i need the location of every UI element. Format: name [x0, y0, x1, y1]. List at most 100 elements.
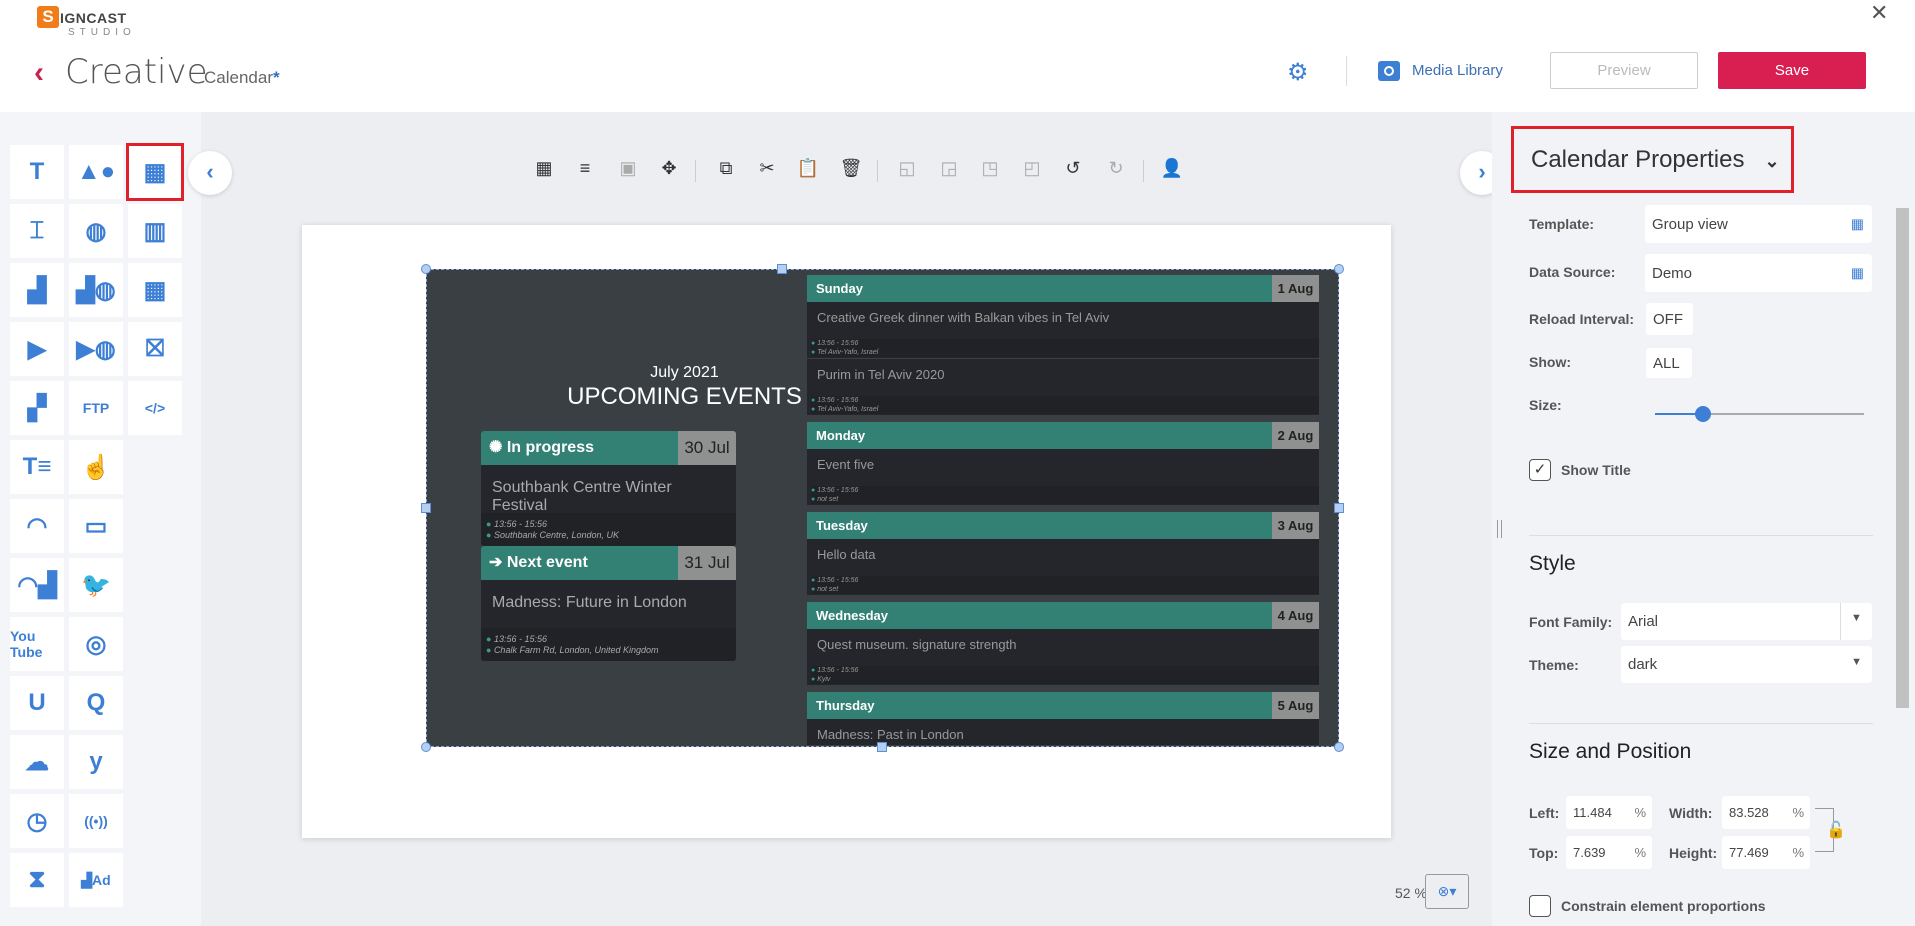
resize-handle[interactable]: [421, 742, 431, 752]
align-icon[interactable]: ≡: [573, 158, 597, 179]
font-family-select[interactable]: Arial ▼: [1621, 603, 1872, 640]
delete-icon[interactable]: 🗑: [839, 158, 863, 179]
caret-down-icon[interactable]: ▼: [1840, 603, 1872, 640]
event-time: 13:56 - 15:56: [817, 487, 859, 494]
widget-weather-icon[interactable]: ☁: [10, 735, 64, 789]
size-label: Size:: [1529, 397, 1562, 413]
logo: S: [37, 6, 59, 28]
properties-header[interactable]: Calendar Properties ⌄: [1511, 126, 1794, 193]
data-source-field[interactable]: Demo ▦: [1645, 254, 1872, 292]
fit-icon[interactable]: ▣: [616, 158, 640, 179]
show-title-checkbox[interactable]: ✓: [1529, 459, 1551, 481]
gear-icon[interactable]: ⚙: [1287, 58, 1309, 87]
widget-broadcast-icon[interactable]: ((•)): [69, 794, 123, 848]
resize-handle[interactable]: [1334, 264, 1344, 274]
widget-u-widget-icon[interactable]: U: [10, 676, 64, 730]
chevron-down-icon[interactable]: ⌄: [1764, 151, 1779, 171]
widget-slideshow-icon[interactable]: ▞: [10, 381, 64, 435]
widget-image-icon[interactable]: ▟: [10, 263, 64, 317]
widget-shapes-icon[interactable]: ▲●: [69, 145, 123, 199]
widget-twitter-icon[interactable]: 🐦: [69, 558, 123, 612]
widget-rss-icon[interactable]: ◠: [10, 499, 64, 553]
widget-html-code-icon[interactable]: </>: [128, 381, 182, 435]
unit: %: [1634, 805, 1646, 820]
widget-web-video-icon[interactable]: ▶◍: [69, 322, 123, 376]
copy-icon[interactable]: ⧉: [714, 158, 738, 179]
widget-ftp-icon[interactable]: FTP: [69, 381, 123, 435]
width-field[interactable]: 83.528%: [1722, 796, 1810, 829]
resize-handle[interactable]: [877, 742, 887, 752]
scrollbar[interactable]: [1896, 208, 1909, 708]
caret-down-icon[interactable]: ▼: [1851, 656, 1862, 668]
move-icon[interactable]: ✥: [657, 158, 681, 179]
slider-knob[interactable]: [1695, 406, 1712, 422]
undo-icon[interactable]: ↺: [1061, 158, 1085, 179]
reload-interval-field[interactable]: OFF: [1646, 303, 1693, 335]
resize-handle[interactable]: [1334, 742, 1344, 752]
show-field[interactable]: ALL: [1646, 348, 1692, 378]
redo-icon[interactable]: ↻: [1104, 158, 1128, 179]
grid-icon[interactable]: ▦: [532, 158, 556, 179]
calendar-icon[interactable]: ▦: [1851, 216, 1864, 233]
widget-touch-icon[interactable]: ☝: [69, 440, 123, 494]
day-header: Monday 2 Aug: [807, 422, 1319, 449]
add-user-icon[interactable]: 👤: [1160, 158, 1184, 179]
collapse-left-button[interactable]: ‹: [188, 151, 232, 195]
widget-yammer-icon[interactable]: y: [69, 735, 123, 789]
widget-youtube-icon[interactable]: You Tube: [10, 617, 64, 671]
widget-instagram-icon[interactable]: ◎: [69, 617, 123, 671]
widget-web-icon[interactable]: ◍: [69, 204, 123, 258]
divider: [1346, 56, 1347, 86]
card-time: 13:56 - 15:56: [493, 519, 547, 529]
panel-resize-handle[interactable]: [1497, 520, 1502, 538]
clock-icon: ●: [486, 634, 494, 644]
zoom-dropdown[interactable]: ⊗▾: [1425, 874, 1469, 909]
send-back-icon[interactable]: ◱: [895, 158, 919, 179]
widget-ticker-text-icon[interactable]: T≡: [10, 440, 64, 494]
bring-forward-icon[interactable]: ◳: [978, 158, 1002, 179]
theme-select[interactable]: dark ▼: [1621, 646, 1872, 683]
widget-countdown-icon[interactable]: ⧗: [10, 853, 64, 907]
widget-text-box-icon[interactable]: ⌶: [10, 204, 64, 258]
widget-video-icon[interactable]: ▶: [10, 322, 64, 376]
camera-icon[interactable]: [1378, 61, 1400, 81]
close-icon[interactable]: ✕: [1870, 0, 1888, 26]
widget-calendar-icon[interactable]: ▦: [126, 143, 184, 201]
widget-text-icon[interactable]: T: [10, 145, 64, 199]
calendar-widget[interactable]: July 2021 UPCOMING EVENTS ✺ In progress 3…: [426, 269, 1339, 747]
widget-web-image-icon[interactable]: ▟◍: [69, 263, 123, 317]
widget-rss-image-icon[interactable]: ◠▟: [10, 558, 64, 612]
template-field[interactable]: Group view ▦: [1645, 205, 1872, 243]
location-icon: ●: [486, 530, 494, 540]
page-title: Creative: [65, 52, 208, 92]
left-field[interactable]: 11.484%: [1566, 796, 1652, 829]
resize-handle[interactable]: [777, 264, 787, 274]
data-source-value: Demo: [1652, 264, 1693, 282]
widget-clock-icon[interactable]: ◷: [10, 794, 64, 848]
constrain-checkbox[interactable]: [1529, 895, 1551, 917]
widget-ad-image-icon[interactable]: ▟Ad: [69, 853, 123, 907]
widget-screen-icon[interactable]: ▭: [69, 499, 123, 553]
card-date: 31 Jul: [678, 546, 736, 580]
resize-handle[interactable]: [421, 503, 431, 513]
widget-construction-icon[interactable]: ⛝: [128, 322, 182, 376]
resize-handle[interactable]: [421, 264, 431, 274]
unlock-icon[interactable]: 🔓: [1826, 820, 1846, 840]
preview-button[interactable]: Preview: [1550, 52, 1698, 89]
widget-chart-icon[interactable]: ▥: [128, 204, 182, 258]
media-library-button[interactable]: Media Library: [1412, 62, 1503, 79]
widget-table-icon[interactable]: ▦: [128, 263, 182, 317]
size-slider[interactable]: [1655, 406, 1864, 422]
resize-handle[interactable]: [1334, 503, 1344, 513]
back-chevron-icon[interactable]: ‹: [34, 56, 44, 90]
cut-icon[interactable]: ✂: [755, 158, 779, 179]
top-field[interactable]: 7.639%: [1566, 836, 1652, 869]
height-field[interactable]: 77.469%: [1722, 836, 1810, 869]
breadcrumb: Calendar*: [204, 68, 280, 88]
bring-front-icon[interactable]: ◰: [1020, 158, 1044, 179]
paste-icon[interactable]: 📋: [796, 158, 820, 179]
calendar-icon[interactable]: ▦: [1851, 265, 1864, 282]
widget-q-widget-icon[interactable]: Q: [69, 676, 123, 730]
send-backward-icon[interactable]: ◲: [937, 158, 961, 179]
save-button[interactable]: Save: [1718, 52, 1866, 89]
